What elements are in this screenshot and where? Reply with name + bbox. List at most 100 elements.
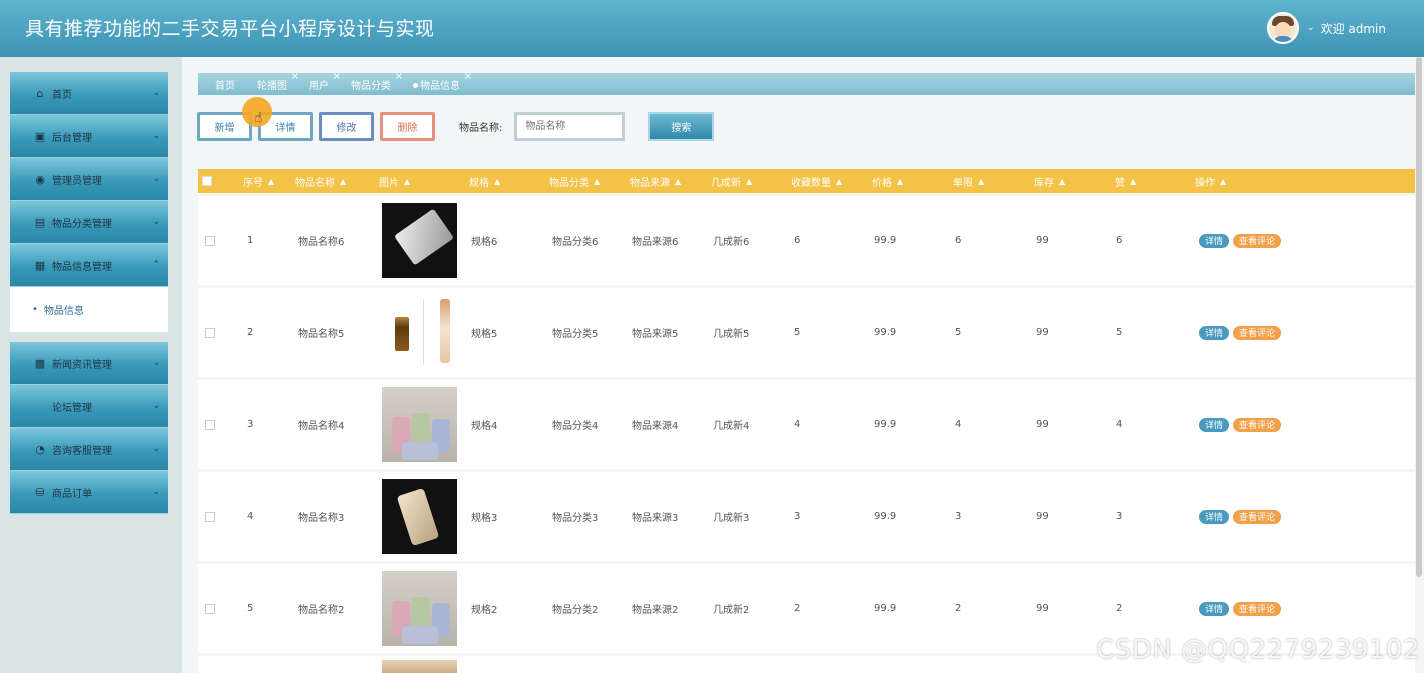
table-cell-spec: 规格6	[471, 237, 498, 248]
table-cell-stock: 99	[1036, 603, 1049, 614]
table-cell-like: 3	[1116, 511, 1123, 522]
tab-home[interactable]: 首页	[215, 77, 235, 92]
tab-label: 首页	[215, 80, 235, 92]
chevron-down-icon: ⌄	[152, 444, 160, 454]
row-checkbox[interactable]	[205, 472, 215, 561]
col-header[interactable]: 物品来源 ▲	[630, 169, 681, 193]
sidebar-item-label: 论坛管理	[52, 402, 92, 414]
col-header[interactable]: 序号 ▲	[243, 169, 274, 193]
close-icon[interactable]: ×	[333, 71, 341, 82]
row-detail-button[interactable]: 详情	[1199, 417, 1230, 432]
table-cell-stock: 99	[1036, 419, 1049, 430]
sort-icon: ▲	[675, 176, 682, 186]
row-comments-button[interactable]: 查看评论	[1233, 417, 1282, 432]
tab-label: 物品信息	[420, 80, 460, 92]
row-checkbox[interactable]	[205, 288, 215, 377]
table-cell-like: 5	[1116, 327, 1123, 338]
submenu-goods-info[interactable]: 物品信息	[10, 287, 168, 332]
select-all-checkbox[interactable]	[202, 169, 212, 193]
sidebar-item-home[interactable]: ⌂ 首页 ⌄	[10, 72, 168, 115]
close-icon[interactable]: ×	[291, 71, 299, 82]
col-header[interactable]: 图片 ▲	[379, 169, 410, 193]
tab-carousel[interactable]: 轮播图 ×	[257, 71, 299, 92]
table-cell-stock: 99	[1036, 327, 1049, 338]
tab-goods-info[interactable]: 物品信息 ×	[413, 71, 472, 92]
grid-icon: ▦	[34, 258, 46, 272]
close-icon[interactable]: ×	[464, 71, 472, 82]
sidebar-item-label: 首页	[52, 89, 72, 101]
user-menu[interactable]: ⌄ 欢迎 admin	[1267, 12, 1386, 44]
col-header[interactable]: 价格 ▲	[872, 169, 903, 193]
table-cell-like: 6	[1116, 235, 1123, 246]
tab-categories[interactable]: 物品分类 ×	[351, 71, 403, 92]
col-header[interactable]: 赞 ▲	[1115, 169, 1136, 193]
scrollbar[interactable]	[1416, 57, 1422, 577]
table-cell-cond: 几成新6	[713, 237, 750, 248]
row-comments-button[interactable]: 查看评论	[1233, 233, 1282, 248]
car-icon: ⛁	[35, 485, 45, 499]
row-detail-button[interactable]: 详情	[1199, 601, 1230, 616]
row-comments-button[interactable]: 查看评论	[1233, 325, 1282, 340]
tab-label: 轮播图	[257, 80, 287, 92]
sidebar-item-label: 物品信息管理	[52, 261, 112, 273]
col-header[interactable]: 几成新 ▲	[711, 169, 752, 193]
sort-icon: ▲	[746, 176, 753, 186]
col-header[interactable]: 规格 ▲	[469, 169, 500, 193]
row-detail-button[interactable]: 详情	[1199, 509, 1230, 524]
table-cell-stock: 99	[1036, 235, 1049, 246]
row-checkbox[interactable]	[205, 564, 215, 653]
tab-users[interactable]: 用户 ×	[309, 71, 341, 92]
sidebar-item-categories[interactable]: ▤ 物品分类管理 ⌄	[10, 201, 168, 244]
col-header[interactable]: 操作 ▲	[1195, 169, 1226, 193]
sidebar-item-goods[interactable]: ▦ 物品信息管理 ⌃	[10, 244, 168, 287]
table-row[interactable]: 3 物品名称4 规格4 物品分类4 物品来源4 几成新4 4 99.9 4 99 4 详情 查看评论	[198, 380, 1415, 469]
table-row[interactable]: 1 物品名称6 规格6 物品分类6 物品来源6 几成新6 6 99.9 6 99 6 详情 查看评论	[198, 196, 1415, 285]
close-icon[interactable]: ×	[395, 71, 403, 82]
app-title: 具有推荐功能的二手交易平台小程序设计与实现	[25, 18, 435, 40]
sidebar-item-label: 商品订单	[52, 488, 92, 500]
col-header[interactable]: 单限 ▲	[953, 169, 984, 193]
table-cell-fav: 6	[794, 235, 801, 246]
server-icon: ▤	[34, 215, 46, 229]
col-header[interactable]: 收藏数量 ▲	[791, 169, 842, 193]
sidebar-item-support[interactable]: ◔ 咨询客服管理 ⌄	[10, 428, 168, 471]
table-cell-name: 物品名称2	[298, 605, 345, 616]
tab-label: 物品分类	[351, 80, 391, 92]
sidebar-item-forum[interactable]: 论坛管理 ⌄	[10, 385, 168, 428]
chevron-down-icon: ⌄	[152, 487, 160, 497]
table-row[interactable]: 2 物品名称5 规格5 物品分类5 物品来源5 几成新5 5 99.9 5 99 5 详情 查看评论	[198, 288, 1415, 377]
sidebar-item-orders[interactable]: ⛁ 商品订单 ⌄	[10, 471, 168, 514]
avatar[interactable]	[1267, 12, 1300, 44]
sort-icon: ▲	[978, 176, 985, 186]
table-cell-cat: 物品分类2	[552, 605, 599, 616]
col-header[interactable]: 物品名称 ▲	[295, 169, 346, 193]
image-cell	[382, 472, 457, 561]
row-checkbox[interactable]	[205, 380, 215, 469]
delete-button[interactable]: 删除	[380, 111, 435, 141]
row-checkbox[interactable]	[205, 196, 215, 285]
search-input[interactable]	[514, 111, 626, 141]
sidebar-item-admins[interactable]: ◉ 管理员管理 ⌄	[10, 158, 168, 201]
table-cell-fav: 5	[794, 327, 801, 338]
edit-button[interactable]: 修改	[319, 111, 374, 141]
row-comments-button[interactable]: 查看评论	[1233, 601, 1282, 616]
main-content: 首页 轮播图 × 用户 × 物品分类 × 物品信息 × 新增 详情 修改 删除 物品名称…	[182, 57, 1424, 673]
table-cell-price: 99.9	[874, 419, 897, 430]
col-header[interactable]: 库存 ▲	[1034, 169, 1065, 193]
row-comments-button[interactable]: 查看评论	[1233, 509, 1282, 524]
sidebar-item-news[interactable]: ▩ 新闻资讯管理 ⌄	[10, 342, 168, 385]
table-cell-src: 物品来源6	[632, 237, 679, 248]
table-cell-spec: 规格4	[471, 421, 498, 432]
table-cell-cond: 几成新4	[713, 421, 750, 432]
chevron-down-icon: ⌄	[152, 358, 160, 368]
col-header[interactable]: 物品分类 ▲	[549, 169, 600, 193]
table-row[interactable]: 4 物品名称3 规格3 物品分类3 物品来源3 几成新3 3 99.9 3 99 3 详情 查看评论	[198, 472, 1415, 561]
search-button[interactable]: 搜索	[648, 111, 715, 141]
table-cell-no: 4	[247, 511, 254, 522]
row-detail-button[interactable]: 详情	[1199, 325, 1230, 340]
table-cell-no: 1	[247, 235, 254, 246]
sidebar-item-backend[interactable]: ▣ 后台管理 ⌄	[10, 115, 168, 158]
table-cell-src: 物品来源5	[632, 329, 679, 340]
top-header: 具有推荐功能的二手交易平台小程序设计与实现 ⌄ 欢迎 admin	[0, 0, 1424, 57]
row-detail-button[interactable]: 详情	[1199, 233, 1230, 248]
